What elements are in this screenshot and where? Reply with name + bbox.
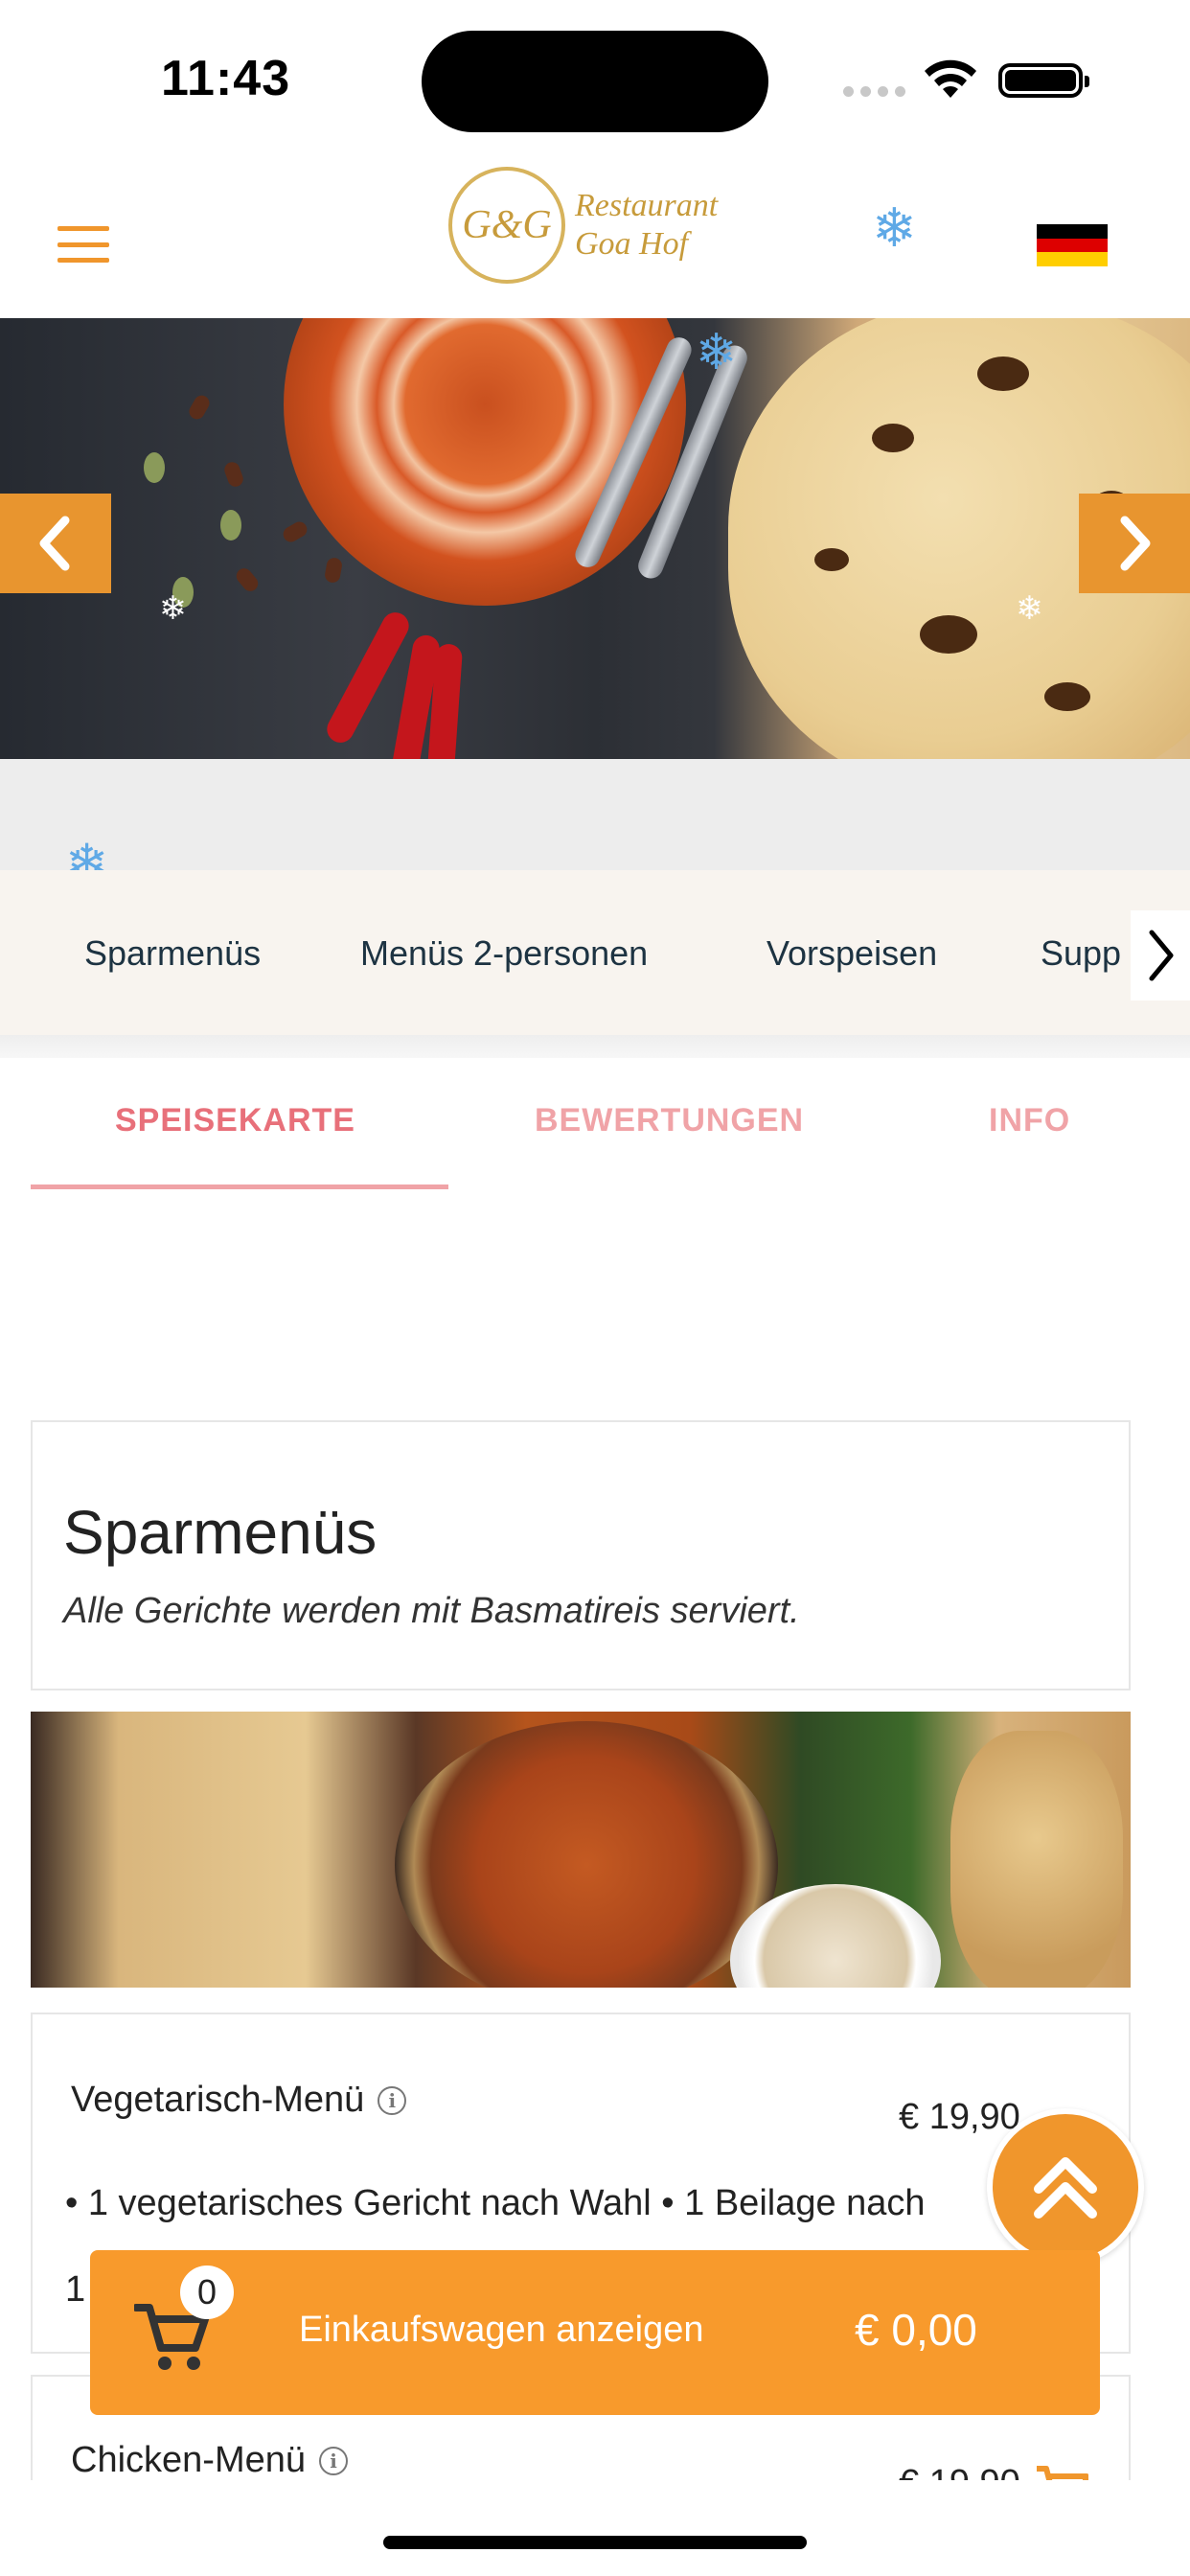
logo-emblem: G&G [448, 167, 565, 284]
cart-total: € 0,00 [855, 2305, 977, 2355]
cellular-signal-icon [843, 86, 905, 97]
hero-spacer [0, 759, 1190, 870]
tab-bewertungen[interactable]: BEWERTUNGEN [535, 1102, 804, 1139]
category-nav: Sparmenüs Menüs 2-personen Vorspeisen Su… [0, 870, 1190, 1035]
menu-item-description-cont: 1 [65, 2269, 86, 2310]
snowflake-icon: ❄ [872, 197, 917, 258]
tab-speisekarte[interactable]: SPEISEKARTE [115, 1102, 355, 1139]
section-header-card: Sparmenüs Alle Gerichte werden mit Basma… [31, 1420, 1131, 1690]
bottom-safe-area [0, 2480, 1190, 2576]
battery-icon [998, 63, 1089, 98]
dynamic-island [422, 31, 768, 132]
section-food-image [31, 1712, 1131, 1988]
active-tab-indicator [31, 1184, 448, 1189]
info-icon[interactable]: i [378, 2085, 407, 2115]
snowflake-icon: ❄ [696, 325, 738, 380]
cart-count-badge: 0 [180, 2266, 234, 2319]
slider-prev-button[interactable] [0, 494, 111, 593]
logo-subtitle: Goa Hof [575, 226, 689, 262]
category-vorspeisen[interactable]: Vorspeisen [767, 933, 937, 974]
menu-item-description: • 1 vegetarisches Gericht nach Wahl • 1 … [65, 2183, 926, 2223]
status-time: 11:43 [161, 51, 291, 106]
menu-item-title: Vegetarisch-Menü [71, 2080, 365, 2120]
menu-item-name: Vegetarisch-Menü i [71, 2080, 407, 2121]
restaurant-logo[interactable]: G&G Restaurant Goa Hof [448, 167, 718, 284]
app-header: G&G Restaurant Goa Hof ❄ [0, 153, 1190, 318]
category-scroll-right-button[interactable] [1131, 910, 1190, 1000]
tab-info[interactable]: INFO [989, 1102, 1070, 1139]
snowflake-icon: ❄ [1016, 590, 1043, 627]
section-title: Sparmenüs [63, 1498, 378, 1567]
menu-item-title: Chicken-Menü [71, 2440, 306, 2480]
chevron-left-icon [39, 516, 70, 571]
home-indicator[interactable] [383, 2536, 807, 2549]
divider [0, 1035, 1190, 1058]
section-subtitle: Alle Gerichte werden mit Basmatireis ser… [63, 1591, 800, 1631]
hero-image-slider[interactable]: ❄ ❄ ❄ [0, 318, 1190, 759]
category-menus-2-personen[interactable]: Menüs 2-personen [360, 933, 648, 974]
cart-label: Einkaufswagen anzeigen [299, 2310, 704, 2350]
scroll-to-top-button[interactable] [987, 2108, 1144, 2266]
language-flag-germany-icon[interactable] [1037, 224, 1108, 267]
wifi-icon [925, 59, 976, 98]
double-chevron-up-icon [1034, 2157, 1097, 2219]
slider-next-button[interactable] [1079, 494, 1190, 593]
view-cart-button[interactable]: 0 Einkaufswagen anzeigen € 0,00 [90, 2250, 1100, 2415]
menu-item-price: € 19,90 [899, 2097, 1020, 2137]
tab-bar: SPEISEKARTE BEWERTUNGEN INFO [0, 1058, 1190, 1192]
category-sparmenus[interactable]: Sparmenüs [84, 933, 261, 974]
logo-title: Restaurant [575, 188, 719, 223]
status-bar: 11:43 [0, 0, 1190, 153]
snowflake-icon: ❄ [159, 590, 187, 627]
info-icon[interactable]: i [319, 2446, 348, 2475]
chevron-right-icon [1149, 930, 1174, 981]
category-suppen[interactable]: Supp [1041, 933, 1121, 974]
menu-item-name: Chicken-Menü i [71, 2440, 348, 2481]
chevron-right-icon [1120, 516, 1151, 571]
menu-hamburger-icon[interactable] [57, 226, 109, 263]
